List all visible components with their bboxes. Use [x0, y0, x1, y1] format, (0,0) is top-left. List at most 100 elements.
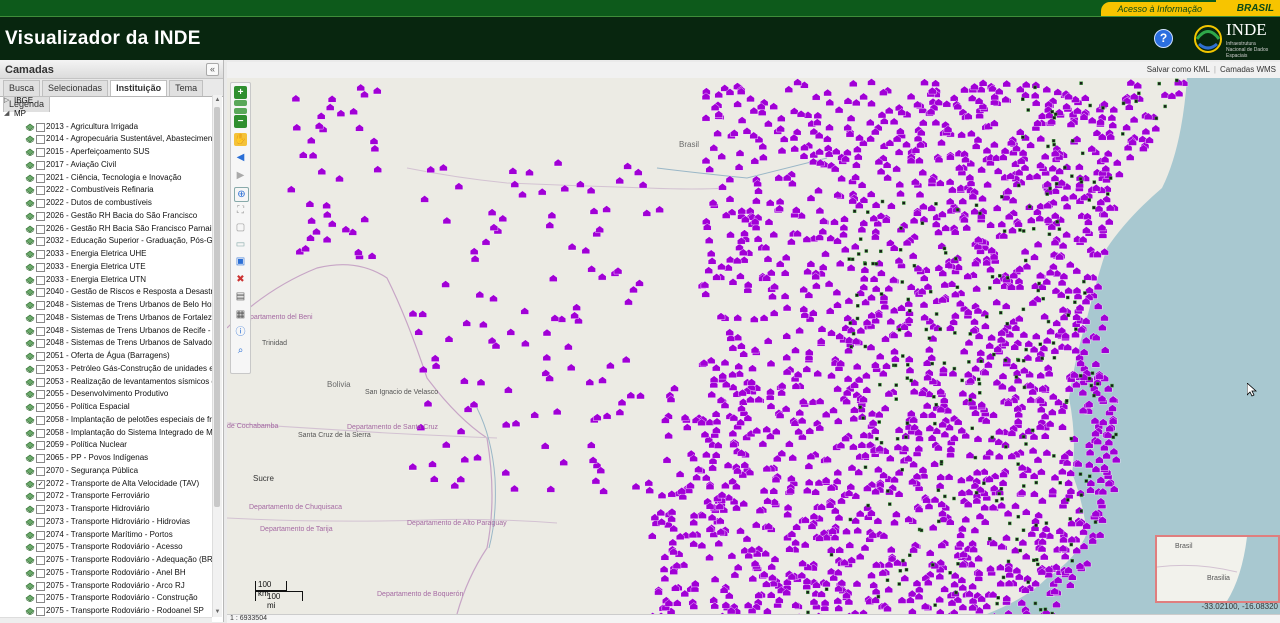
map-marker[interactable]: [834, 385, 842, 392]
map-point-marker[interactable]: [1109, 177, 1112, 180]
map-marker[interactable]: [872, 201, 880, 208]
map-point-marker[interactable]: [872, 262, 875, 265]
map-marker[interactable]: [993, 204, 1001, 211]
map-marker[interactable]: [499, 215, 507, 222]
map-marker[interactable]: [760, 571, 768, 578]
map-point-marker[interactable]: [1006, 276, 1009, 279]
map-marker[interactable]: [1009, 227, 1017, 234]
map-marker[interactable]: [886, 139, 894, 146]
map-marker[interactable]: [307, 137, 315, 144]
map-point-marker[interactable]: [1071, 559, 1074, 562]
map-marker[interactable]: [792, 206, 800, 213]
map-marker[interactable]: [785, 440, 793, 447]
map-marker[interactable]: [733, 257, 741, 264]
map-marker[interactable]: [736, 149, 744, 156]
map-marker[interactable]: [509, 167, 517, 174]
map-point-marker[interactable]: [866, 211, 869, 214]
map-point-marker[interactable]: [901, 281, 904, 284]
map-marker[interactable]: [470, 248, 478, 255]
map-marker[interactable]: [854, 153, 862, 160]
map-marker[interactable]: [920, 274, 928, 281]
layer-item[interactable]: 2022 - Dutos de combustíveis: [0, 197, 212, 210]
map-point-marker[interactable]: [1102, 106, 1105, 109]
map-marker[interactable]: [1054, 88, 1062, 95]
map-point-marker[interactable]: [956, 286, 959, 289]
map-point-marker[interactable]: [1066, 296, 1069, 299]
map-marker[interactable]: [956, 540, 964, 547]
map-point-marker[interactable]: [1037, 289, 1040, 292]
map-marker[interactable]: [778, 450, 786, 457]
map-marker[interactable]: [780, 135, 788, 142]
map-point-marker[interactable]: [969, 398, 972, 401]
map-point-marker[interactable]: [908, 554, 911, 557]
map-point-marker[interactable]: [1022, 435, 1025, 438]
map-marker[interactable]: [948, 186, 956, 193]
map-marker[interactable]: [1085, 400, 1093, 407]
map-point-marker[interactable]: [935, 202, 938, 205]
map-marker[interactable]: [1092, 360, 1100, 367]
map-marker[interactable]: [1020, 331, 1028, 338]
map-point-marker[interactable]: [855, 294, 858, 297]
map-marker[interactable]: [707, 357, 715, 364]
map-marker[interactable]: [767, 388, 775, 395]
map-point-marker[interactable]: [971, 427, 974, 430]
map-marker[interactable]: [760, 314, 768, 321]
map-marker[interactable]: [730, 129, 738, 136]
map-marker[interactable]: [983, 147, 991, 154]
map-marker[interactable]: [1003, 595, 1011, 602]
map-point-marker[interactable]: [1164, 105, 1167, 108]
map-point-marker[interactable]: [1070, 543, 1073, 546]
map-marker[interactable]: [1083, 560, 1091, 567]
map-marker[interactable]: [690, 540, 698, 547]
map-marker[interactable]: [1013, 369, 1021, 376]
map-marker[interactable]: [724, 462, 732, 469]
map-marker[interactable]: [765, 218, 773, 225]
zoom-box-icon[interactable]: ⊕: [234, 187, 249, 202]
map-point-marker[interactable]: [1044, 608, 1047, 611]
map-marker[interactable]: [1038, 497, 1046, 504]
map-marker[interactable]: [796, 327, 804, 334]
map-point-marker[interactable]: [1053, 143, 1056, 146]
map-marker[interactable]: [770, 487, 778, 494]
map-marker[interactable]: [880, 117, 888, 124]
map-marker[interactable]: [831, 218, 839, 225]
map-marker[interactable]: [845, 489, 853, 496]
map-marker[interactable]: [932, 221, 940, 228]
map-marker[interactable]: [776, 260, 784, 267]
map-marker[interactable]: [903, 141, 911, 148]
map-point-marker[interactable]: [937, 520, 940, 523]
map-point-marker[interactable]: [888, 503, 891, 506]
map-marker[interactable]: [616, 409, 624, 416]
print-icon[interactable]: ▤: [234, 290, 247, 303]
map-point-marker[interactable]: [1137, 92, 1140, 95]
layer-item[interactable]: 2048 - Sistemas de Trens Urbanos de Salv…: [0, 337, 212, 350]
map-point-marker[interactable]: [1054, 113, 1057, 116]
map-marker[interactable]: [1092, 184, 1100, 191]
zoom-level-icon[interactable]: [234, 100, 247, 106]
map-marker[interactable]: [1016, 265, 1024, 272]
map-marker[interactable]: [943, 100, 951, 107]
layer-checkbox[interactable]: [36, 161, 45, 170]
map-marker[interactable]: [1083, 213, 1091, 220]
map-marker[interactable]: [945, 473, 953, 480]
map-marker[interactable]: [998, 543, 1006, 550]
map-point-marker[interactable]: [997, 596, 1000, 599]
map-marker[interactable]: [832, 148, 840, 155]
map-point-marker[interactable]: [1082, 280, 1085, 283]
map-marker[interactable]: [973, 469, 981, 476]
map-marker[interactable]: [885, 586, 893, 593]
map-point-marker[interactable]: [875, 437, 878, 440]
map-marker[interactable]: [1072, 347, 1080, 354]
layer-item[interactable]: 2017 - Aviação Civil: [0, 159, 212, 172]
layer-checkbox[interactable]: [36, 454, 45, 463]
map-marker[interactable]: [599, 377, 607, 384]
map-marker[interactable]: [598, 273, 606, 280]
map-marker[interactable]: [905, 356, 913, 363]
map-marker[interactable]: [750, 316, 758, 323]
map-point-marker[interactable]: [956, 208, 959, 211]
map-marker[interactable]: [1036, 215, 1044, 222]
map-marker[interactable]: [541, 442, 549, 449]
map-point-marker[interactable]: [1035, 558, 1038, 561]
map-marker[interactable]: [749, 365, 757, 372]
layer-tree-hscrollbar[interactable]: [0, 617, 212, 623]
